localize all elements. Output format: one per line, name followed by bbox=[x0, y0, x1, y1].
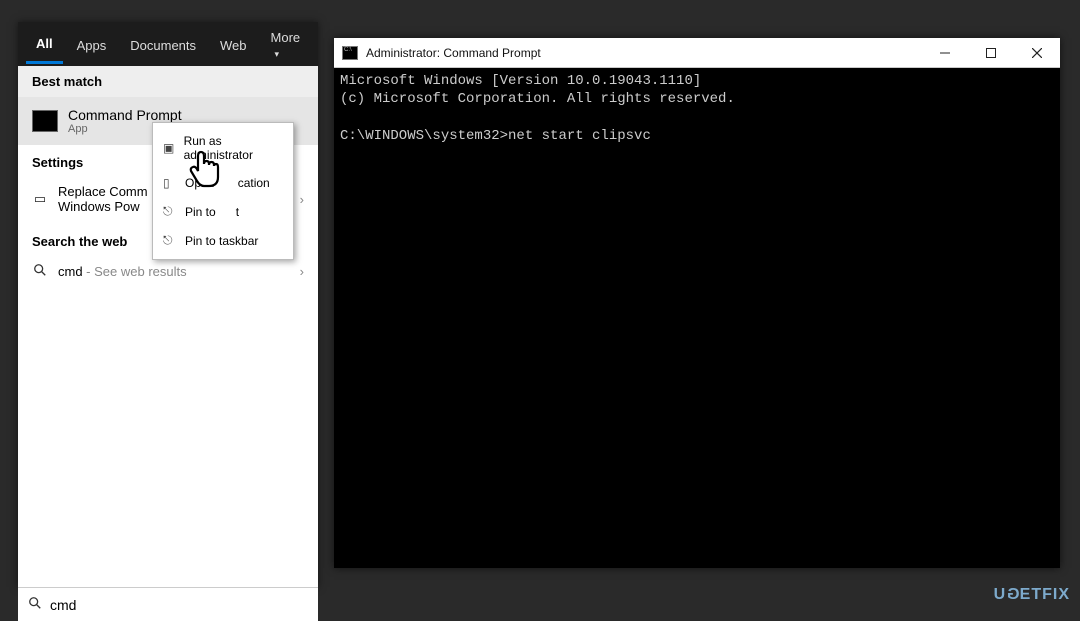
tab-web[interactable]: Web bbox=[210, 26, 257, 63]
chevron-down-icon: ▾ bbox=[275, 49, 280, 59]
window-title: Administrator: Command Prompt bbox=[366, 46, 541, 60]
close-button[interactable] bbox=[1014, 38, 1060, 68]
tab-documents[interactable]: Documents bbox=[120, 26, 206, 63]
window-titlebar[interactable]: Administrator: Command Prompt bbox=[334, 38, 1060, 68]
ctx-pin-to-start[interactable]: ⎋ Pin to t bbox=[153, 197, 293, 226]
admin-shield-icon: ▣ bbox=[163, 141, 176, 155]
ctx-pin-to-taskbar[interactable]: ⎋ Pin to taskbar bbox=[153, 226, 293, 255]
settings-icon: ▭ bbox=[32, 191, 48, 207]
console-output[interactable]: Microsoft Windows [Version 10.0.19043.11… bbox=[334, 68, 1060, 568]
ctx-label: Pin to taskbar bbox=[185, 234, 258, 248]
settings-item-label: Replace Comm Windows Pow bbox=[58, 184, 148, 214]
context-menu: ▣ Run as administrator ▯ Open cation ⎋ P… bbox=[152, 122, 294, 260]
minimize-button[interactable] bbox=[922, 38, 968, 68]
folder-icon: ▯ bbox=[163, 176, 177, 190]
chevron-right-icon: › bbox=[300, 192, 304, 207]
pin-icon: ⎋ bbox=[163, 204, 177, 219]
ctx-label: Pin to t bbox=[185, 205, 239, 219]
cmd-prompt-icon bbox=[342, 46, 358, 60]
search-icon bbox=[32, 263, 48, 280]
start-search-panel: All Apps Documents Web More ▾ Best match… bbox=[18, 22, 318, 587]
web-result-label: cmd - See web results bbox=[58, 264, 187, 279]
tab-more-label: More bbox=[271, 30, 301, 45]
watermark: UGETFIX bbox=[994, 586, 1070, 604]
cmd-prompt-icon bbox=[32, 110, 58, 132]
search-icon bbox=[28, 596, 42, 613]
search-tabs: All Apps Documents Web More ▾ bbox=[18, 22, 318, 66]
chevron-right-icon: › bbox=[300, 264, 304, 279]
cursor-hand-icon bbox=[184, 148, 224, 188]
taskbar-search-box[interactable] bbox=[18, 587, 318, 621]
search-input[interactable] bbox=[50, 597, 308, 613]
best-match-title: Command Prompt bbox=[68, 107, 182, 123]
pin-icon: ⎋ bbox=[163, 233, 177, 248]
maximize-button[interactable] bbox=[968, 38, 1014, 68]
best-match-header: Best match bbox=[18, 66, 318, 97]
tab-all[interactable]: All bbox=[26, 24, 63, 64]
cmd-window: Administrator: Command Prompt Microsoft … bbox=[334, 38, 1060, 568]
tab-more[interactable]: More ▾ bbox=[261, 18, 311, 70]
tab-apps[interactable]: Apps bbox=[67, 26, 117, 63]
